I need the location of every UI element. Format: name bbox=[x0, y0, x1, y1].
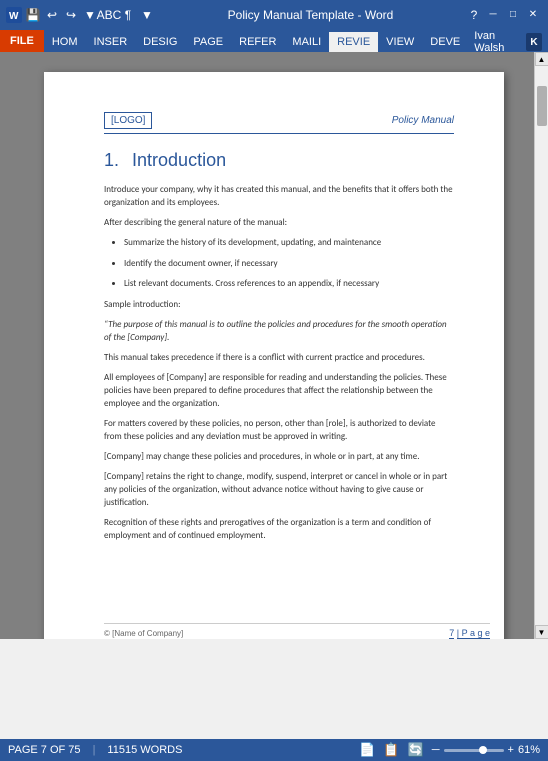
save-icon[interactable]: 💾 bbox=[25, 7, 41, 23]
scrollbar-thumb[interactable] bbox=[537, 86, 547, 126]
tab-home[interactable]: HOM bbox=[44, 32, 86, 52]
user-name: Ivan Walsh bbox=[474, 30, 522, 54]
window-title: Policy Manual Template - Word bbox=[159, 8, 462, 22]
zoom-slider-thumb[interactable] bbox=[479, 746, 487, 754]
tab-view[interactable]: VIEW bbox=[378, 32, 422, 52]
intro-paragraph-2: After describing the general nature of t… bbox=[104, 216, 454, 229]
zoom-minus[interactable]: ─ bbox=[432, 744, 440, 756]
help-icon[interactable]: ? bbox=[466, 7, 482, 23]
sample-text: “The purpose of this manual is to outlin… bbox=[104, 318, 454, 344]
bullet-item-1: Summarize the history of its development… bbox=[124, 236, 454, 250]
word-count: 11515 WORDS bbox=[107, 744, 182, 756]
page-footer: © [Name of Company] 7 | P a g e bbox=[104, 623, 490, 638]
spelling-icon[interactable]: ABC bbox=[101, 7, 117, 23]
section-number: 1. bbox=[104, 150, 119, 170]
maximize-button[interactable]: □ bbox=[504, 7, 522, 21]
title-bar: W 💾 ↩ ↪ ▼ ABC ¶ ▼ Policy Manual Template… bbox=[0, 0, 548, 30]
zoom-plus[interactable]: + bbox=[508, 744, 514, 756]
sync-icon[interactable]: 🔄 bbox=[408, 742, 424, 758]
page-container: [LOGO] Policy Manual 1. Introduction Int… bbox=[0, 52, 548, 639]
paragraph-retains: [Company] retains the right to change, m… bbox=[104, 470, 454, 509]
bullet-list: Summarize the history of its development… bbox=[124, 236, 454, 291]
page-status: PAGE 7 OF 75 bbox=[8, 744, 81, 756]
document-area: ▲ ▼ [LOGO] Policy Manual 1. Introduction… bbox=[0, 52, 548, 639]
undo-icon[interactable]: ↩ bbox=[44, 7, 60, 23]
tab-file[interactable]: FILE bbox=[0, 30, 44, 52]
footer-company: © [Name of Company] bbox=[104, 629, 183, 638]
minimize-button[interactable]: ─ bbox=[484, 7, 502, 21]
zoom-slider[interactable] bbox=[444, 749, 504, 752]
page-indicator: PAGE 7 OF 75 bbox=[8, 744, 81, 756]
customize-icon[interactable]: ▼ bbox=[82, 7, 98, 23]
scrollbar-track[interactable] bbox=[535, 66, 548, 625]
logo[interactable]: [LOGO] bbox=[104, 112, 152, 129]
close-button[interactable]: ✕ bbox=[524, 7, 542, 21]
status-bar: PAGE 7 OF 75 | 11515 WORDS 📄 📋 🔄 ─ + 61% bbox=[0, 739, 548, 761]
header-title: Policy Manual bbox=[392, 115, 454, 126]
sample-label: Sample introduction: bbox=[104, 298, 454, 311]
footer-page-number: 7 | P a g e bbox=[449, 628, 490, 638]
user-area[interactable]: Ivan Walsh K bbox=[468, 32, 548, 52]
paragraph-employees: All employees of [Company] are responsib… bbox=[104, 371, 454, 410]
tab-design[interactable]: DESIG bbox=[135, 32, 185, 52]
tab-developer[interactable]: DEVE bbox=[422, 32, 468, 52]
word-count-text: 11515 WORDS bbox=[107, 744, 182, 756]
paragraph-deviate: For matters covered by these policies, n… bbox=[104, 417, 454, 443]
user-avatar: K bbox=[526, 33, 542, 51]
zoom-level: 61% bbox=[518, 744, 540, 756]
window-controls: ? ─ □ ✕ bbox=[466, 7, 542, 23]
scroll-down-button[interactable]: ▼ bbox=[535, 625, 548, 639]
format-icon[interactable]: ¶ bbox=[120, 7, 136, 23]
paragraph-change: [Company] may change these policies and … bbox=[104, 450, 454, 463]
more-icon[interactable]: ▼ bbox=[139, 7, 155, 23]
tab-references[interactable]: REFER bbox=[231, 32, 284, 52]
layout-icon[interactable]: 📋 bbox=[383, 742, 399, 758]
intro-paragraph-1: Introduce your company, why it has creat… bbox=[104, 183, 454, 209]
document-page: [LOGO] Policy Manual 1. Introduction Int… bbox=[44, 72, 504, 639]
paragraph-recognition: Recognition of these rights and prerogat… bbox=[104, 516, 454, 542]
word-icon: W bbox=[6, 7, 22, 23]
page-num: 7 bbox=[449, 628, 454, 639]
tab-page[interactable]: PAGE bbox=[185, 32, 231, 52]
page-header: [LOGO] Policy Manual bbox=[104, 112, 454, 134]
section-heading: 1. Introduction bbox=[104, 150, 454, 171]
vertical-scrollbar[interactable]: ▲ ▼ bbox=[534, 52, 548, 639]
redo-icon[interactable]: ↪ bbox=[63, 7, 79, 23]
ribbon-tabs: FILE HOM INSER DESIG PAGE REFER MAILI RE… bbox=[0, 30, 548, 52]
paragraph-precedence: This manual takes precedence if there is… bbox=[104, 351, 454, 364]
status-sep-1: | bbox=[93, 744, 96, 756]
title-bar-icons: W 💾 ↩ ↪ ▼ ABC ¶ ▼ bbox=[6, 7, 155, 23]
svg-text:W: W bbox=[9, 11, 19, 22]
scroll-up-button[interactable]: ▲ bbox=[535, 52, 548, 66]
tab-review[interactable]: REVIE bbox=[329, 32, 378, 52]
bullet-item-3: List relevant documents. Cross reference… bbox=[124, 277, 454, 291]
page-text: | P a g e bbox=[457, 628, 490, 639]
bullet-item-2: Identify the document owner, if necessar… bbox=[124, 257, 454, 271]
tab-mailings[interactable]: MAILI bbox=[284, 32, 329, 52]
status-right: 📄 📋 🔄 ─ + 61% bbox=[359, 742, 540, 758]
section-title: Introduction bbox=[132, 150, 226, 170]
tab-insert[interactable]: INSER bbox=[86, 32, 136, 52]
doc-icon[interactable]: 📄 bbox=[359, 742, 375, 758]
